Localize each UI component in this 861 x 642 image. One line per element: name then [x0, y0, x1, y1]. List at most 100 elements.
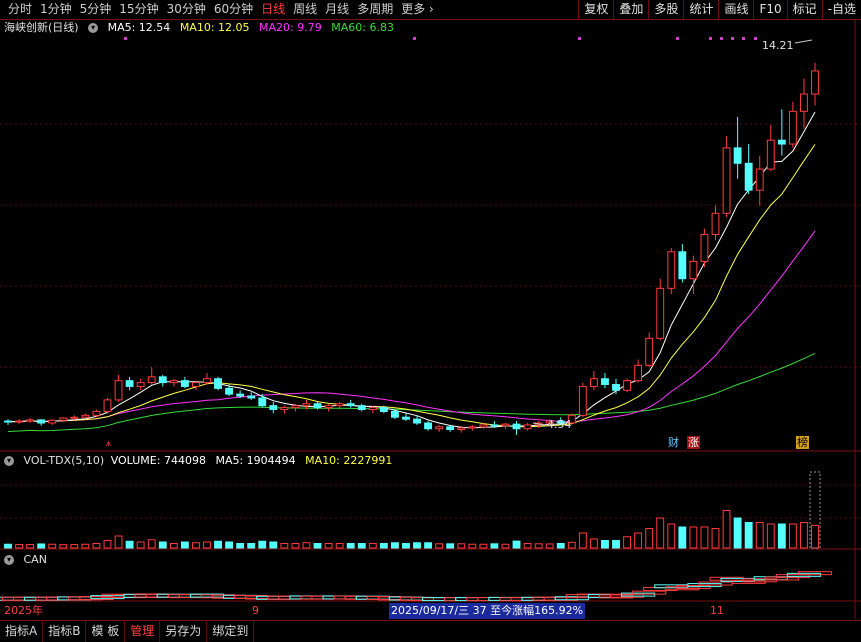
volume-bar-66 [733, 517, 742, 549]
candle-body-58 [645, 337, 654, 366]
candle-body-72 [800, 93, 808, 112]
indicator-tab-4[interactable]: 另存为 [160, 621, 208, 642]
candle-body-5 [59, 417, 68, 421]
candle-body-18 [203, 378, 211, 384]
volume-bar-60 [667, 523, 676, 549]
candle-body-47 [523, 424, 532, 430]
high-price-label: 14.21 [762, 39, 794, 52]
candle-body-70 [777, 139, 786, 145]
volume-bar-54 [601, 540, 609, 549]
volume-bar-61 [678, 526, 687, 549]
candle-body-69 [766, 139, 775, 170]
candle-body-32 [357, 405, 366, 411]
candle-body-1 [15, 420, 23, 423]
volume-bar-5 [59, 544, 68, 549]
volume-bar-68 [755, 522, 764, 549]
date-axis: 2025年 9 2025/09/17/三 37 至今涨幅165.92% 11 [0, 603, 861, 619]
volume-bar-8 [92, 543, 101, 549]
volume-bar-56 [623, 536, 631, 549]
indicator-tab-0[interactable]: 指标A [0, 621, 44, 642]
volume-bar-29 [324, 543, 333, 549]
candle-body-61 [678, 251, 687, 280]
event-marker-5 [720, 37, 723, 40]
volume-bar-42 [468, 543, 477, 549]
event-marker-1 [413, 37, 416, 40]
candle-body-35 [390, 410, 399, 418]
volume-bar-73 [811, 524, 819, 549]
can-settings-icon[interactable]: ▾ [4, 555, 14, 565]
year-label: 2025年 [4, 604, 43, 617]
candle-body-15 [169, 380, 178, 384]
candle-body-71 [788, 110, 797, 145]
candle-body-43 [479, 424, 488, 428]
low-price-label: 4.54 [547, 418, 572, 431]
volume-bar-44 [490, 543, 499, 549]
vol-ma5: MA5: 1904494 [215, 454, 296, 467]
volume-bar-16 [180, 541, 189, 549]
kline-chart[interactable]: ⩚ [0, 0, 861, 641]
can-title: CAN [23, 553, 47, 566]
candle-body-17 [192, 382, 200, 387]
volume-bar-33 [368, 543, 377, 549]
volume-bar-46 [512, 540, 521, 549]
candle-body-34 [379, 407, 388, 412]
can-info-bar: ▾ CAN [4, 552, 53, 568]
event-marker-4 [709, 37, 712, 40]
month-11-label: 11 [710, 604, 724, 617]
volume-value: VOLUME: 744098 [110, 454, 206, 467]
ranking-tag[interactable]: 榜 [796, 436, 809, 449]
limit-up-tag[interactable]: 涨 [687, 436, 700, 449]
finance-tag[interactable]: 财 [667, 436, 680, 449]
volume-bar-10 [114, 535, 123, 549]
candle-body-45 [501, 423, 510, 427]
volume-bar-71 [788, 523, 797, 549]
volume-bar-45 [501, 543, 510, 549]
volume-bar-52 [578, 532, 587, 549]
volume-bar-3 [37, 543, 46, 549]
volume-bar-43 [479, 543, 488, 549]
candle-body-60 [667, 251, 676, 289]
volume-bar-65 [722, 510, 731, 549]
volume-bar-53 [589, 538, 598, 549]
volume-bar-0 [4, 543, 12, 549]
volume-bar-4 [48, 543, 57, 549]
volume-bar-6 [70, 544, 79, 549]
volume-bar-12 [136, 541, 145, 549]
volume-bar-31 [346, 543, 355, 549]
volume-bar-30 [335, 543, 344, 549]
volume-bar-64 [711, 528, 720, 549]
candle-body-41 [457, 427, 466, 431]
candle-body-7 [81, 414, 90, 418]
candle-body-4 [48, 419, 57, 424]
high-arrow [794, 39, 813, 44]
volume-bar-21 [236, 543, 245, 549]
candle-body-67 [744, 162, 753, 191]
candle-body-6 [70, 416, 79, 419]
volume-bar-18 [203, 541, 211, 549]
event-marker-8 [754, 37, 757, 40]
vol-settings-icon[interactable]: ▾ [4, 456, 14, 466]
candle-body-3 [37, 419, 46, 424]
candle-body-8 [92, 410, 101, 416]
volume-bar-23 [258, 540, 267, 549]
volume-bar-24 [269, 541, 278, 549]
volume-bar-28 [313, 543, 322, 549]
candle-body-21 [236, 393, 245, 397]
candle-body-38 [424, 422, 433, 430]
volume-bar-51 [567, 541, 576, 549]
candle-body-40 [446, 426, 455, 431]
volume-bar-20 [225, 541, 234, 549]
indicator-tab-5[interactable]: 绑定到 [207, 621, 255, 642]
indicator-tab-3[interactable]: 管理 [125, 621, 161, 642]
candle-body-36 [402, 416, 410, 420]
volume-bar-19 [214, 540, 222, 549]
volume-bar-38 [424, 542, 433, 549]
candle-body-52 [578, 385, 587, 416]
candle-body-26 [291, 405, 300, 409]
candle-body-16 [180, 380, 189, 387]
candle-body-53 [589, 378, 598, 387]
indicator-tab-2[interactable]: 模 板 [86, 621, 126, 642]
indicator-tab-1[interactable]: 指标B [43, 621, 87, 642]
candle-body-27 [302, 403, 311, 407]
volume-bar-7 [81, 543, 90, 549]
